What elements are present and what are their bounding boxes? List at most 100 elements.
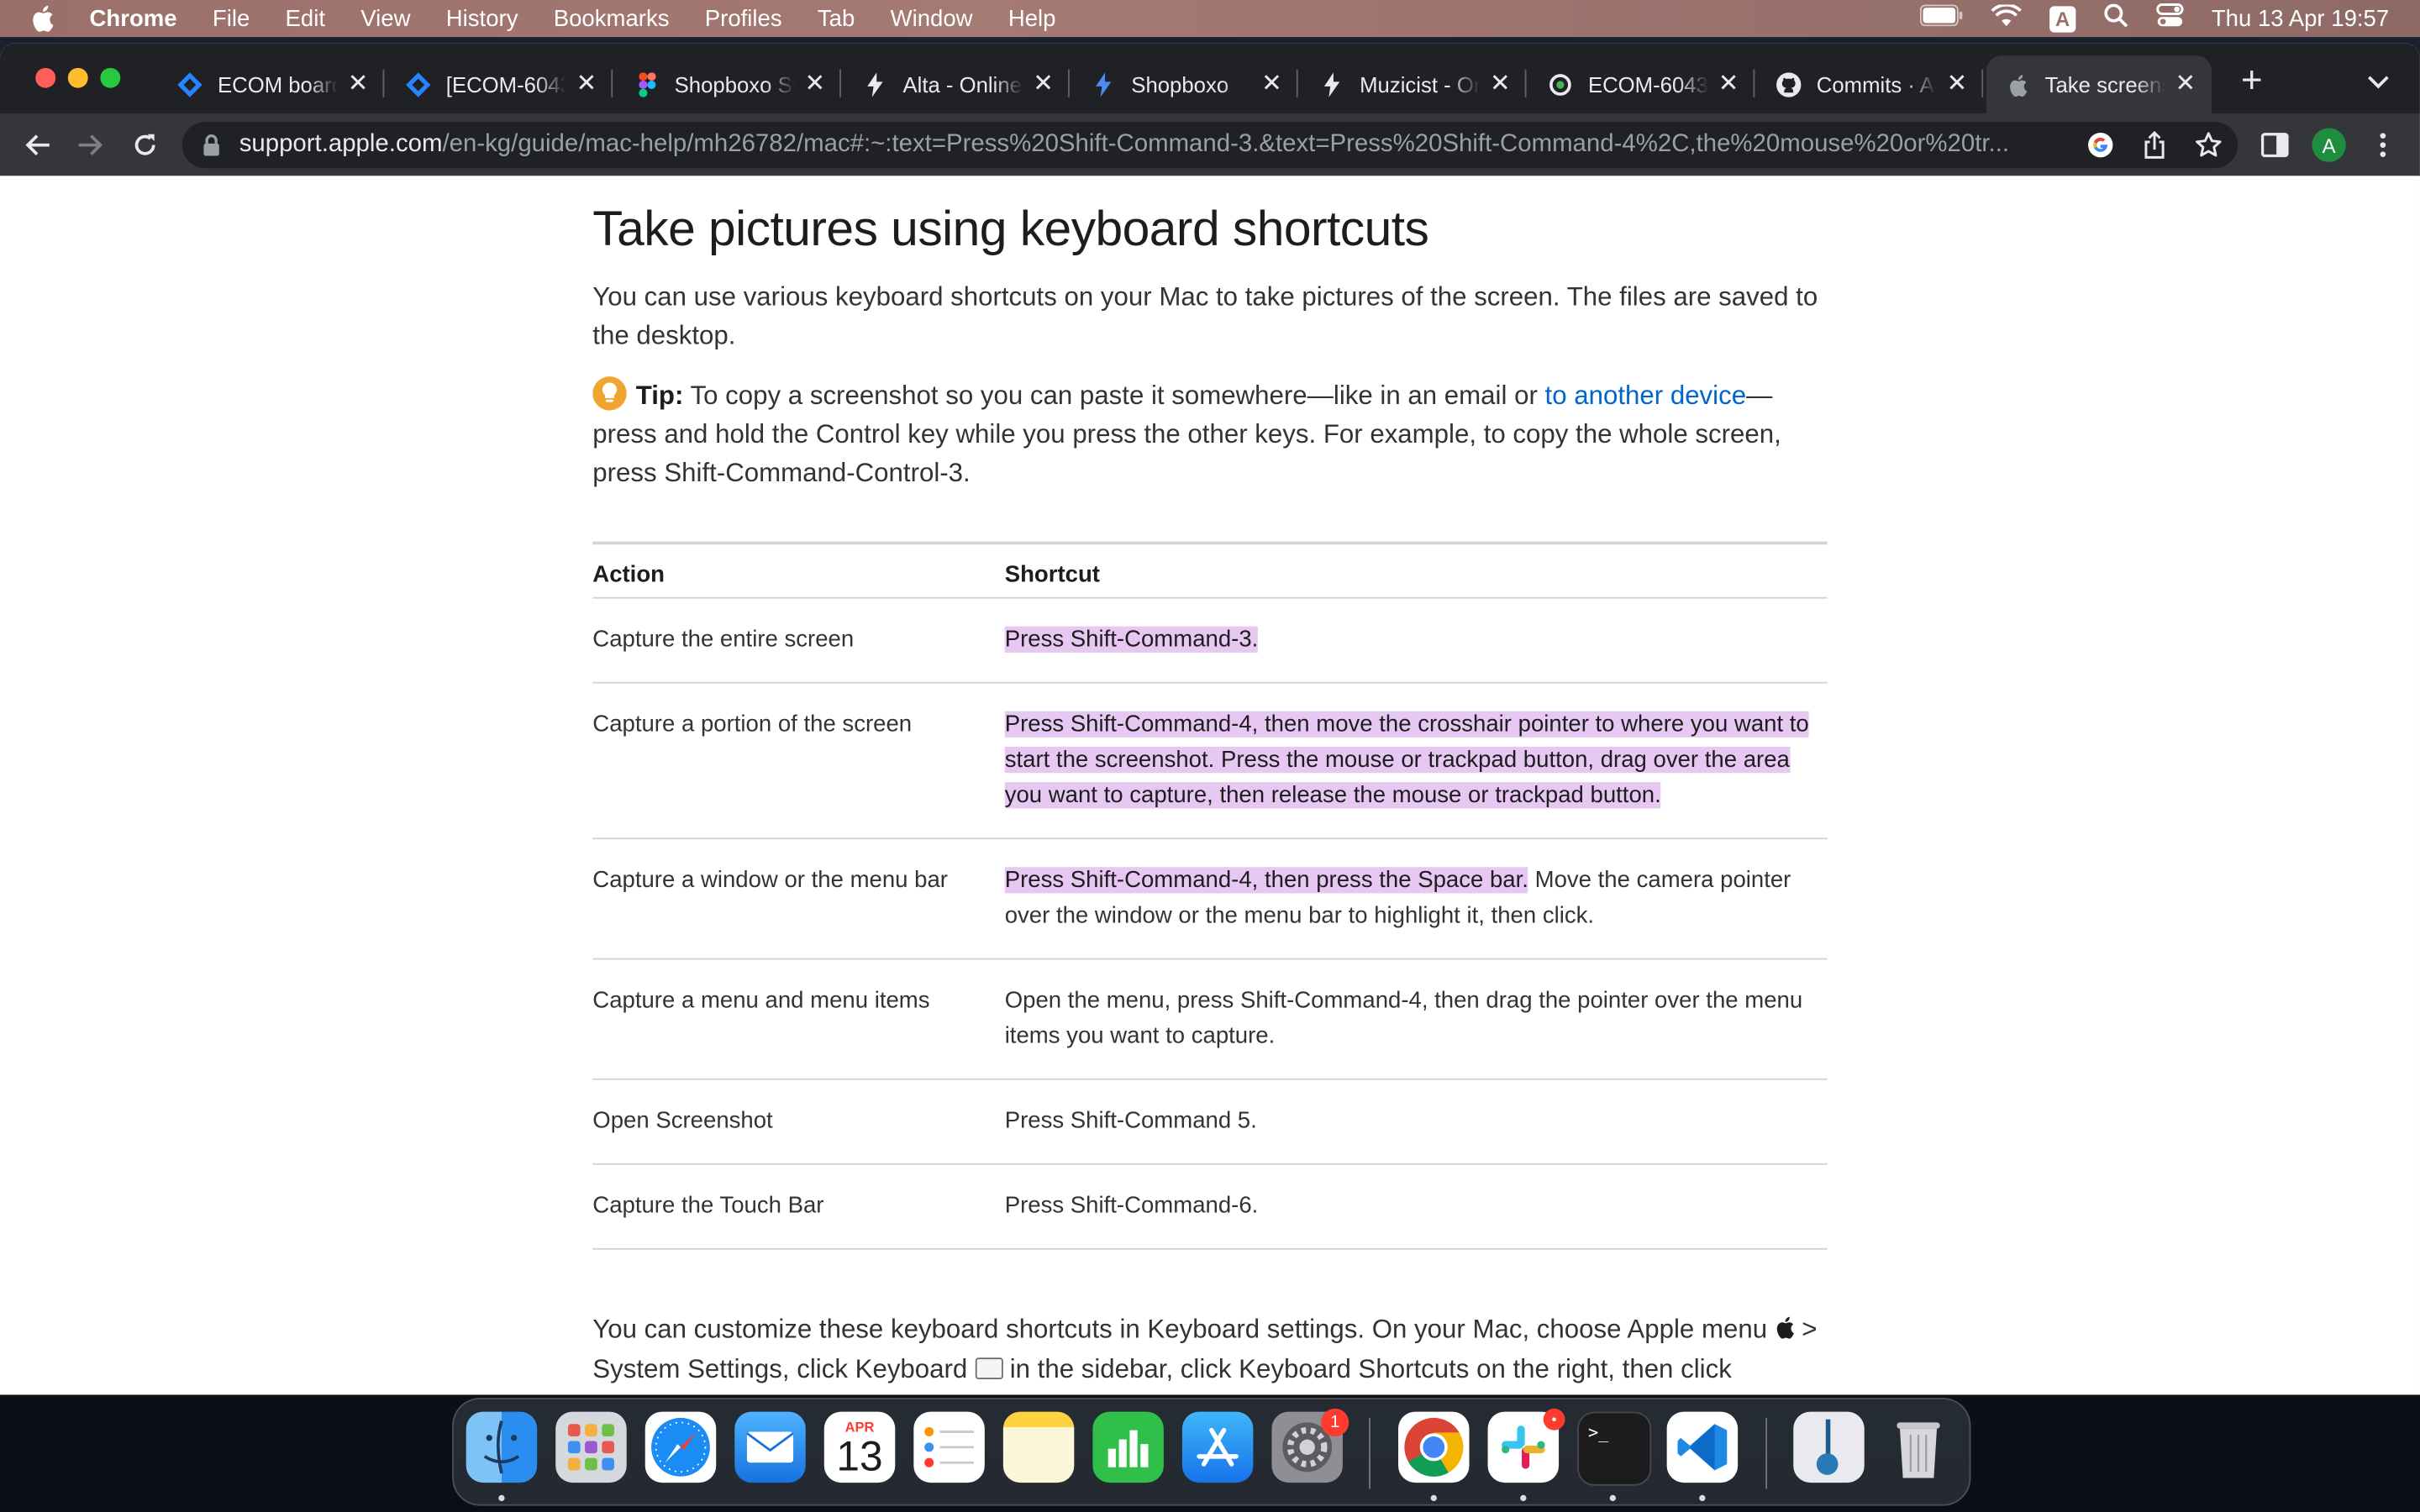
forward-button[interactable] xyxy=(74,128,108,161)
app-store-icon[interactable] xyxy=(1181,1411,1254,1483)
terminal-icon[interactable]: >_ xyxy=(1577,1411,1652,1486)
new-tab-button[interactable]: + xyxy=(2235,62,2269,100)
chrome-menu-icon[interactable] xyxy=(2366,128,2400,161)
tab-separator xyxy=(1067,69,1070,97)
table-row: Capture the Touch Bar Press Shift-Comman… xyxy=(592,1165,1828,1250)
menu-history[interactable]: History xyxy=(446,5,518,31)
tab-ecom-6043-github[interactable]: ECOM-6043 ✕ xyxy=(1529,55,1755,114)
apple-menu-icon[interactable] xyxy=(31,5,55,33)
another-device-link[interactable]: to another device xyxy=(1545,381,1747,411)
trash-icon[interactable] xyxy=(1883,1412,1954,1483)
close-window-button[interactable] xyxy=(35,67,56,88)
web-page[interactable]: Take pictures using keyboard shortcuts Y… xyxy=(0,176,2420,1395)
lock-icon[interactable] xyxy=(203,134,221,156)
calendar-day: 13 xyxy=(836,1433,883,1480)
dock-divider xyxy=(1765,1417,1768,1489)
bookmark-star-icon[interactable] xyxy=(2193,129,2224,160)
close-tab-icon[interactable]: ✕ xyxy=(1718,71,1739,96)
table-header-row: Action Shortcut xyxy=(592,544,1828,599)
lightbulb-icon xyxy=(592,376,627,411)
action-cell: Capture a window or the menu bar xyxy=(592,867,948,894)
zoom-window-button[interactable] xyxy=(100,67,121,88)
calendar-icon[interactable]: APR 13 xyxy=(823,1411,896,1483)
slack-icon[interactable]: • xyxy=(1487,1408,1565,1483)
close-tab-icon[interactable]: ✕ xyxy=(1261,71,1283,96)
table-row: Open Screenshot Press Shift-Command 5. xyxy=(592,1080,1828,1165)
wifi-icon[interactable] xyxy=(1991,3,2022,34)
battery-icon[interactable] xyxy=(1919,4,1963,33)
system-settings-icon[interactable]: 1 xyxy=(1271,1408,1349,1483)
tab-shopboxo-styles[interactable]: Shopboxo Styles ✕ xyxy=(616,55,842,114)
menu-window[interactable]: Window xyxy=(891,5,973,31)
tab-muzicist-online[interactable]: Muzicist - Online ✕ xyxy=(1301,55,1527,114)
tab-ecom-board[interactable]: ECOM board ✕ xyxy=(159,55,385,114)
github-icon xyxy=(1776,72,1802,97)
close-tab-icon[interactable]: ✕ xyxy=(1946,71,1968,96)
downloads-stack-icon[interactable] xyxy=(1793,1411,1865,1483)
running-indicator xyxy=(1699,1494,1706,1502)
tab-separator xyxy=(1981,69,1984,97)
shortcut-text: Open the menu, press Shift-Command-4, th… xyxy=(1004,987,1803,1049)
jira-icon xyxy=(177,72,203,97)
tab-ecom-6043[interactable]: [ECOM-6043] ✕ xyxy=(387,55,613,114)
close-tab-icon[interactable]: ✕ xyxy=(576,71,597,96)
tab-title: Take screenshot xyxy=(2044,72,2165,97)
chrome-window: ECOM board ✕ [ECOM-6043] ✕ Shopboxo Styl… xyxy=(0,43,2420,1395)
tab-title: ECOM board xyxy=(217,72,339,97)
tab-alta-online[interactable]: Alta - Online ✕ xyxy=(844,55,1070,114)
menu-profiles[interactable]: Profiles xyxy=(705,5,782,31)
side-panel-icon[interactable] xyxy=(2258,128,2291,161)
close-tab-icon[interactable]: ✕ xyxy=(2175,71,2196,96)
back-button[interactable] xyxy=(20,128,54,161)
menu-tab[interactable]: Tab xyxy=(818,5,855,31)
close-tab-icon[interactable]: ✕ xyxy=(1033,71,1055,96)
reload-button[interactable] xyxy=(128,128,161,161)
url-text[interactable]: support.apple.com/en-kg/guide/mac-help/m… xyxy=(239,131,2068,159)
figma-icon xyxy=(634,72,659,97)
notes-icon[interactable] xyxy=(1002,1411,1075,1483)
vscode-icon[interactable] xyxy=(1666,1411,1739,1483)
menu-app-name[interactable]: Chrome xyxy=(90,5,177,31)
tab-commits[interactable]: Commits · Alta ✕ xyxy=(1758,55,1984,114)
launchpad-icon[interactable] xyxy=(555,1411,627,1483)
close-tab-icon[interactable]: ✕ xyxy=(804,71,826,96)
shortcut-cell: Press Shift-Command-3. xyxy=(1004,622,1828,657)
spotlight-search-icon[interactable] xyxy=(2103,3,2128,34)
chrome-icon[interactable] xyxy=(1398,1411,1470,1483)
notification-badge: 1 xyxy=(1321,1408,1349,1436)
profile-avatar[interactable]: A xyxy=(2312,128,2346,162)
share-icon[interactable] xyxy=(2139,129,2170,160)
menu-file[interactable]: File xyxy=(213,5,250,31)
menu-edit[interactable]: Edit xyxy=(286,5,325,31)
menu-bookmarks[interactable]: Bookmarks xyxy=(554,5,670,31)
action-cell: Capture the entire screen xyxy=(592,626,855,653)
text-highlight: Press Shift-Command-4, then move the cro… xyxy=(1004,711,1809,809)
address-bar[interactable]: support.apple.com/en-kg/guide/mac-help/m… xyxy=(182,122,2238,169)
mail-icon[interactable] xyxy=(734,1411,806,1483)
customize-paragraph: You can customize these keyboard shortcu… xyxy=(592,1310,1827,1390)
text-highlight: Press Shift-Command-3. xyxy=(1004,626,1259,653)
minimize-window-button[interactable] xyxy=(67,67,88,88)
table-row: Capture the entire screen Press Shift-Co… xyxy=(592,599,1828,684)
close-tab-icon[interactable]: ✕ xyxy=(1489,71,1511,96)
page-title: Take pictures using keyboard shortcuts xyxy=(592,200,1429,256)
shortcut-cell: Press Shift-Command 5. xyxy=(1005,1103,1828,1138)
safari-icon[interactable] xyxy=(644,1411,717,1483)
menu-help[interactable]: Help xyxy=(1008,5,1056,31)
running-indicator xyxy=(1430,1494,1437,1502)
google-lens-icon[interactable] xyxy=(2085,129,2116,160)
bolt-icon xyxy=(1319,72,1344,97)
numbers-icon[interactable] xyxy=(1092,1411,1164,1483)
notification-dot: • xyxy=(1543,1408,1565,1431)
menu-view[interactable]: View xyxy=(360,5,410,31)
tip-text: To copy a screenshot so you can paste it… xyxy=(683,381,1545,411)
tab-shopboxo[interactable]: Shopboxo ✕ xyxy=(1073,55,1298,114)
finder-icon[interactable] xyxy=(466,1411,538,1483)
menubar-clock[interactable]: Thu 13 Apr 19:57 xyxy=(2212,5,2389,31)
tab-take-screenshot-active[interactable]: Take screenshot ✕ xyxy=(1986,55,2212,114)
reminders-icon[interactable] xyxy=(913,1411,985,1483)
input-source-icon[interactable]: A xyxy=(2049,5,2076,32)
control-center-icon[interactable] xyxy=(2156,3,2184,34)
tab-search-chevron-icon[interactable] xyxy=(2367,70,2395,92)
close-tab-icon[interactable]: ✕ xyxy=(347,71,369,96)
